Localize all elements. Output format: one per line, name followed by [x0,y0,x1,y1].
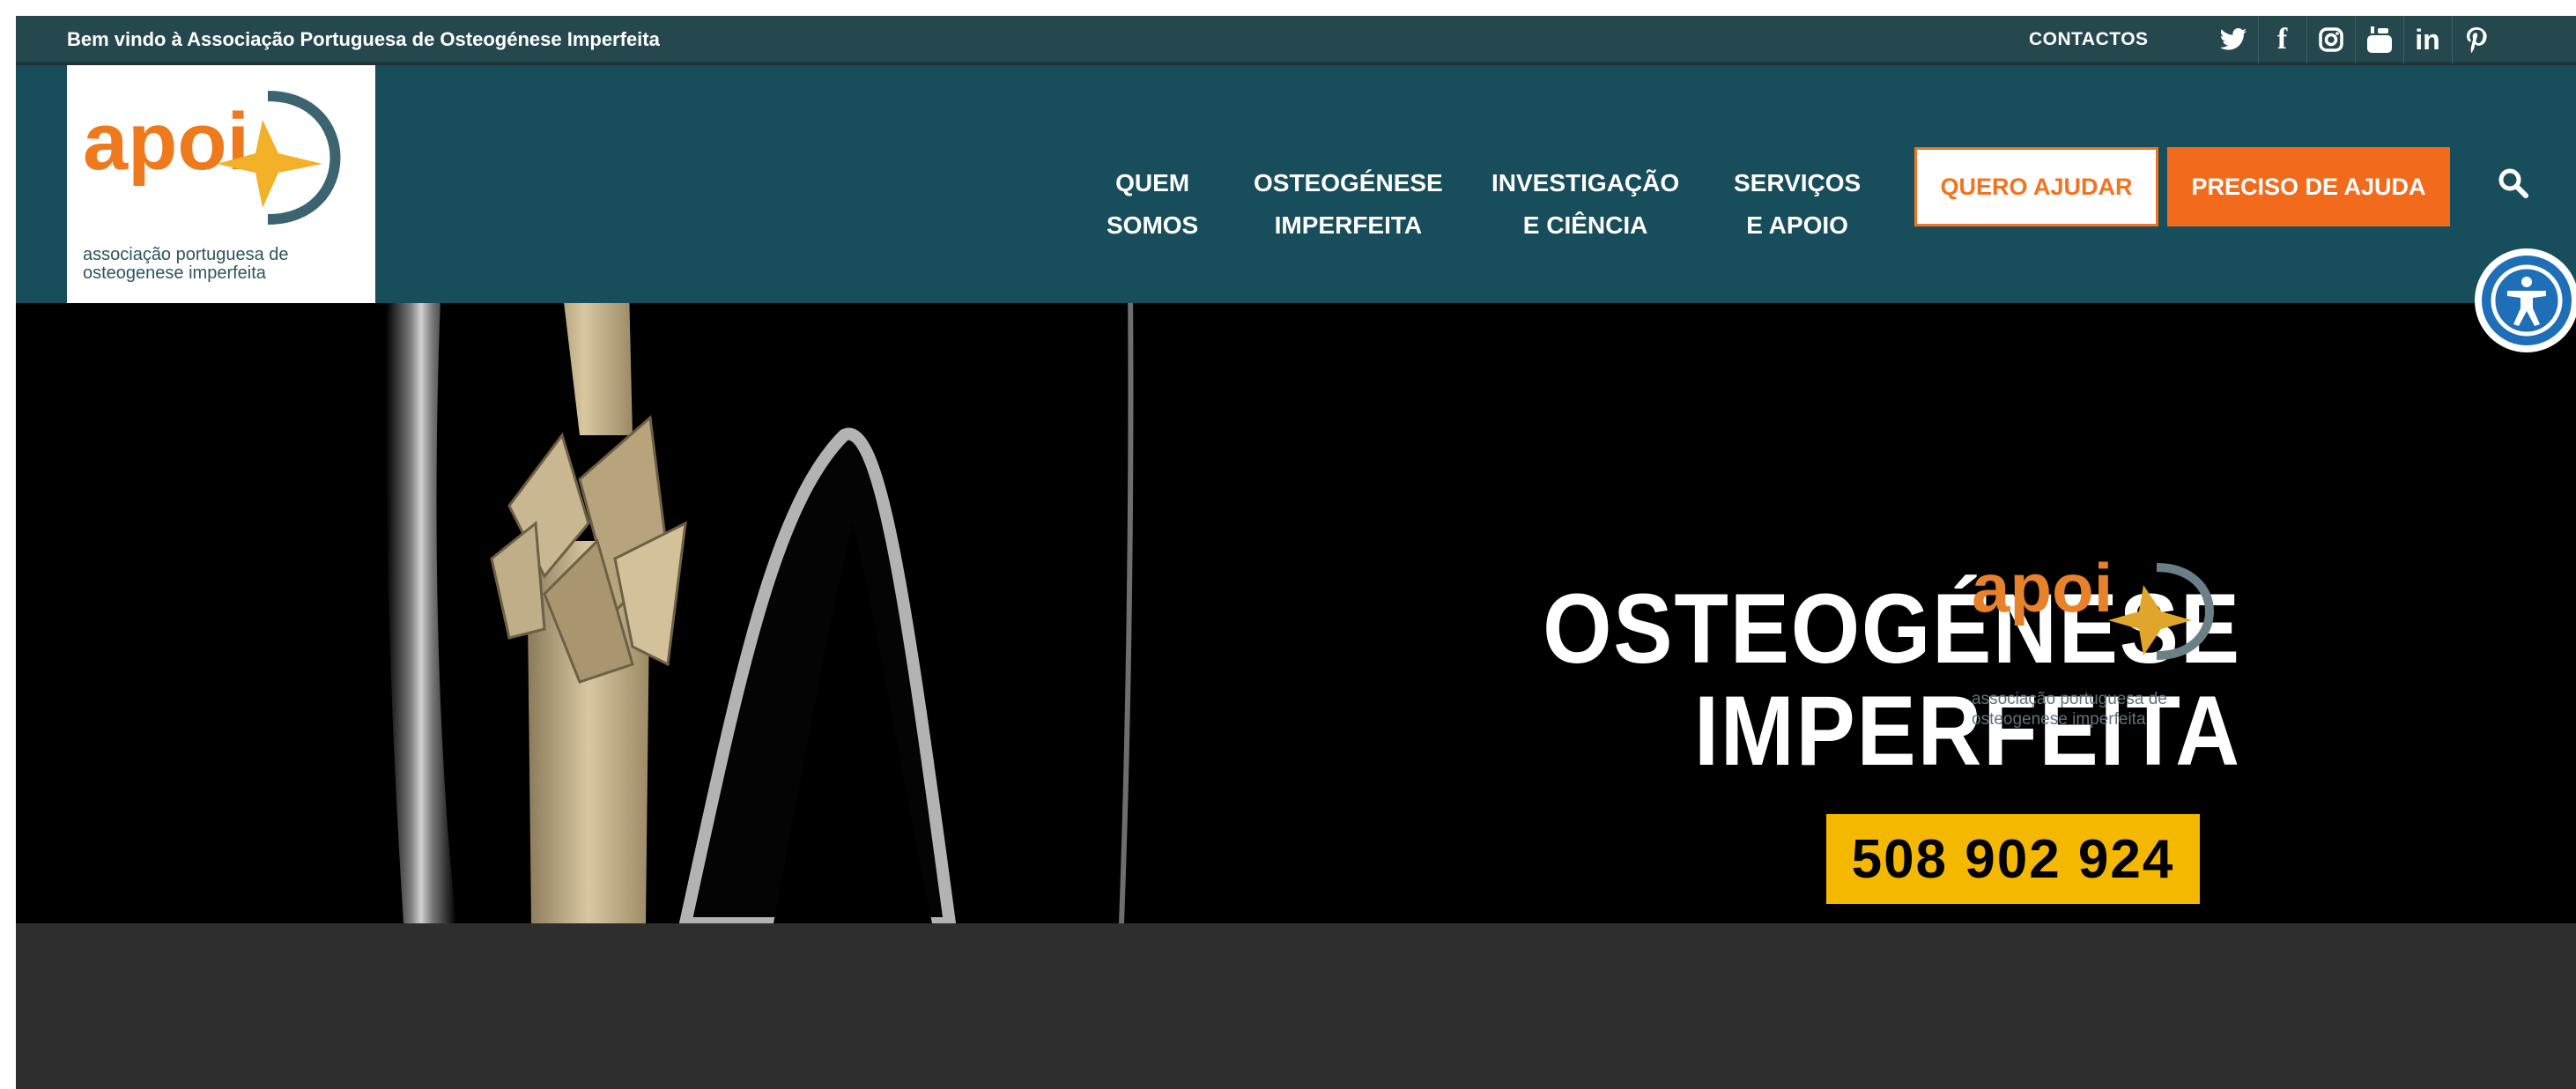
pinterest-icon[interactable] [2452,16,2499,63]
instagram-icon[interactable] [2306,16,2354,63]
accessibility-icon [2482,256,2572,345]
nav-item-line1: SERVIÇOS [1734,169,1862,196]
hero-xray-illustration [386,303,1134,923]
contactos-link[interactable]: CONTACTOS [2029,29,2149,50]
svg-text:apoi: apoi [1972,550,2113,626]
logo-wordmark: apoi [83,97,249,187]
site-logo[interactable]: apoi associação portuguesa de osteogenes… [67,65,375,303]
content-band [16,923,2576,1089]
hero-phone-number[interactable]: 508 902 924 [1826,814,2200,904]
apoi-logo-mark: apoi [83,91,341,225]
nav-quem-somos[interactable]: QUEM SOMOS [1107,162,1198,247]
quero-ajudar-button[interactable]: QUERO AJUDAR [1914,147,2158,226]
nav-servicos-apoio[interactable]: SERVIÇOS E APOIO [1734,162,1861,247]
hero-logo-caption-2: osteogenese imperfeita [1972,710,2146,729]
nav-osteogenese-imperfeita[interactable]: OSTEOGÉNESE IMPERFEITA [1254,162,1443,247]
nav-item-line2: E CIÊNCIA [1522,211,1648,239]
facebook-icon[interactable]: f [2258,16,2306,63]
logo-caption: associação portuguesa de osteogenese imp… [83,246,365,283]
youtube-icon[interactable] [2355,16,2402,63]
accessibility-button[interactable] [2475,248,2576,352]
top-bar: Bem vindo à Associação Portuguesa de Ost… [16,16,2576,63]
search-icon[interactable] [2496,166,2531,201]
page: apoi associação portuguesa de osteogenes… [16,16,2576,1089]
twitter-icon[interactable] [2210,16,2257,63]
preciso-de-ajuda-button[interactable]: PRECISO DE AJUDA [2167,147,2450,226]
linkedin-icon[interactable]: in [2403,16,2451,63]
welcome-text: Bem vindo à Associação Portuguesa de Ost… [67,28,660,50]
logo-caption-line1: associação portuguesa de [83,245,289,264]
hero-banner: apoi associação portuguesa de osteogenes… [16,303,2576,923]
nav-item-line1: OSTEOGÉNESE [1254,169,1443,196]
nav-item-line1: QUEM [1115,169,1190,196]
nav-item-line1: INVESTIGAÇÃO [1492,169,1680,196]
nav-item-line2: E APOIO [1746,211,1848,239]
logo-caption-line2: osteogenese imperfeita [83,263,266,283]
hero-logo-watermark: apoi associação portuguesa de osteogenes… [1972,550,2214,729]
hero-logo-caption-1: associação portuguesa de [1972,690,2167,708]
nav-item-line2: SOMOS [1107,211,1199,239]
nav-item-line2: IMPERFEITA [1274,211,1423,239]
nav-investigacao-ciencia[interactable]: INVESTIGAÇÃO E CIÊNCIA [1492,162,1679,247]
